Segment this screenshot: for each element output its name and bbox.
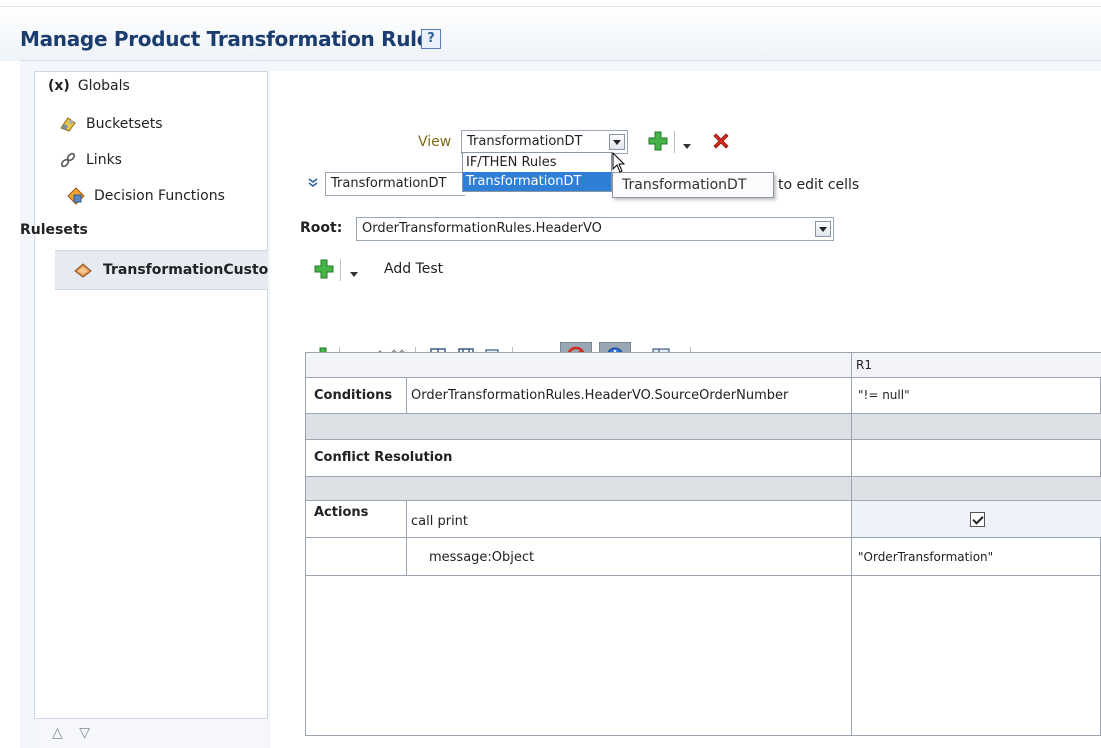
table-row[interactable]: message:Object "OrderTransformation" — [306, 538, 1101, 576]
toolbar-separator — [340, 259, 341, 281]
column-header-r1[interactable]: R1 — [852, 353, 1101, 377]
conditions-label: Conditions — [314, 388, 393, 403]
ruleset-item[interactable]: TransformationCusto — [55, 250, 268, 290]
condition-value-cell[interactable]: "!= null" — [852, 378, 1101, 413]
table-header-row: R1 — [306, 353, 1101, 378]
action-check-cell[interactable] — [852, 501, 1101, 537]
tooltip: TransformationDT — [612, 172, 774, 198]
view-option-ifthen[interactable]: IF/THEN Rules — [463, 153, 611, 172]
column-divider — [406, 501, 407, 576]
sidebar-item-label: Decision Functions — [94, 188, 225, 204]
page-header: Manage Product Transformation Rules ? — [0, 7, 1101, 61]
rulesets-header: Rulesets — [20, 222, 88, 238]
ruleset-label: TransformationCusto — [103, 262, 268, 278]
param-value-cell[interactable]: "OrderTransformation" — [852, 538, 1101, 575]
table-row[interactable]: Conflict Resolution — [306, 440, 1101, 477]
navigator-scroll-controls[interactable]: △ ▽ — [34, 718, 268, 748]
links-icon — [58, 150, 78, 170]
chevron-down-icon[interactable] — [682, 138, 692, 154]
root-select-value: OrderTransformationRules.HeaderVO — [362, 221, 602, 236]
actions-group-cell — [306, 501, 406, 576]
sidebar-item-label: Links — [86, 152, 122, 168]
sidebar-item-label: Globals — [77, 78, 130, 94]
condition-expression[interactable]: OrderTransformationRules.HeaderVO.Source… — [407, 378, 851, 413]
delete-icon[interactable] — [711, 131, 731, 155]
param-label: message:Object — [429, 550, 535, 565]
rules-navigator — [34, 71, 268, 748]
page-title: Manage Product Transformation Rules — [20, 27, 442, 51]
column-divider — [406, 378, 407, 414]
help-icon[interactable]: ? — [421, 29, 441, 49]
mouse-pointer-icon — [612, 151, 626, 178]
top-border — [0, 0, 1101, 7]
ruleset-icon — [73, 260, 93, 280]
toolbar-separator — [674, 131, 675, 153]
view-select-value: TransformationDT — [467, 134, 583, 149]
add-test-icon[interactable] — [313, 258, 335, 284]
action-checkbox[interactable] — [970, 512, 985, 527]
sidebar-item-bucketsets[interactable]: Bucketsets — [58, 114, 163, 134]
table-spacer-row — [306, 414, 1101, 440]
chevron-down-icon[interactable] — [349, 266, 359, 282]
decision-table-name: TransformationDT — [331, 176, 447, 191]
column-divider — [851, 353, 852, 735]
view-dropdown-list[interactable]: IF/THEN Rules TransformationDT — [462, 152, 612, 192]
sidebar-item-decision-functions[interactable]: Decision Functions — [66, 186, 225, 206]
chevron-down-icon[interactable] — [609, 134, 625, 150]
table-spacer-row — [306, 477, 1101, 501]
conflict-resolution-label: Conflict Resolution — [314, 450, 453, 465]
add-icon[interactable] — [647, 130, 669, 156]
add-test-button[interactable]: Add Test — [384, 261, 443, 277]
sidebar-item-label: Bucketsets — [86, 116, 163, 132]
action-call[interactable]: call print — [407, 501, 851, 537]
expand-icon[interactable] — [307, 177, 319, 193]
root-select[interactable]: OrderTransformationRules.HeaderVO — [356, 217, 834, 241]
view-label: View — [418, 134, 452, 150]
view-option-transformationdt[interactable]: TransformationDT — [463, 172, 611, 191]
globals-icon: (x) — [48, 78, 70, 94]
table-row[interactable]: Conditions OrderTransformationRules.Head… — [306, 378, 1101, 414]
decision-table: R1 Conditions OrderTransformationRules.H… — [305, 352, 1101, 736]
sidebar-item-links[interactable]: Links — [58, 150, 122, 170]
view-select[interactable]: TransformationDT — [461, 130, 628, 154]
edit-cells-hint: to edit cells — [778, 177, 860, 193]
decision-table-name-field[interactable]: TransformationDT — [325, 172, 465, 196]
decision-functions-icon — [66, 186, 86, 206]
sidebar-item-globals[interactable]: (x) Globals — [48, 78, 130, 94]
root-label: Root: — [300, 220, 343, 236]
chevron-down-icon[interactable] — [815, 221, 831, 237]
table-row[interactable]: Actions call print — [306, 501, 1101, 538]
bucketsets-icon — [58, 114, 78, 134]
